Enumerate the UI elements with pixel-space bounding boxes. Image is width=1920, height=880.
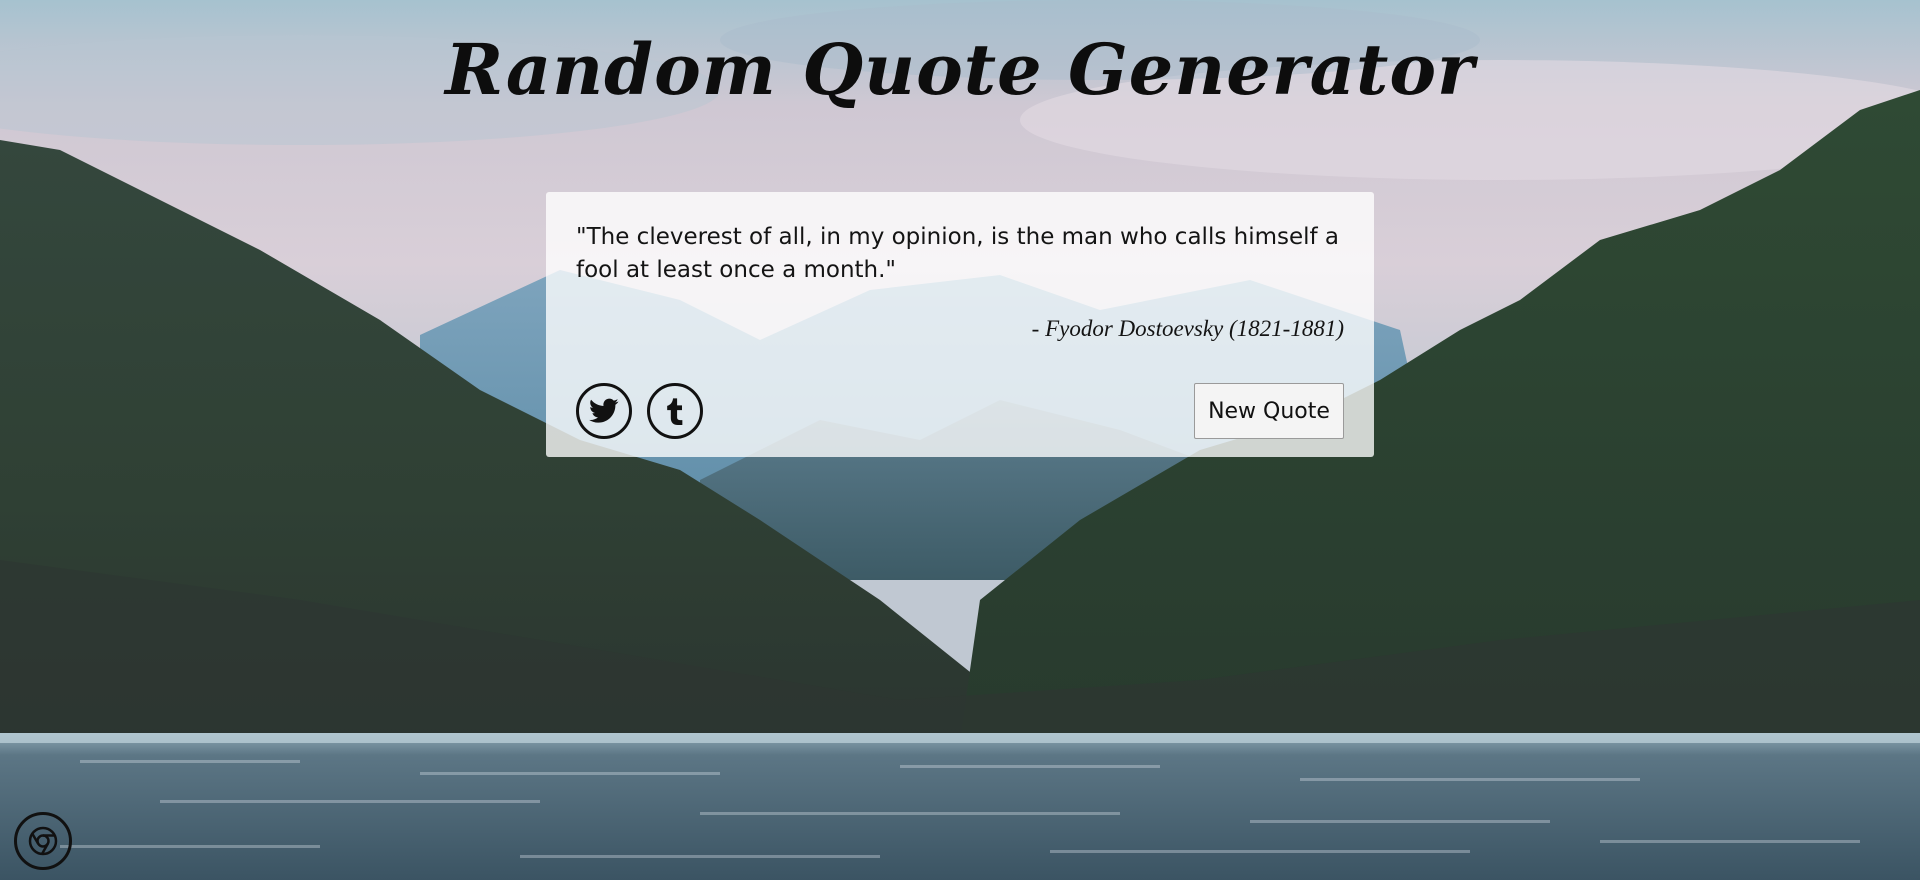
tumblr-button[interactable] bbox=[647, 383, 703, 439]
tumblr-icon bbox=[667, 398, 683, 425]
chrome-badge-button[interactable] bbox=[14, 812, 72, 870]
chrome-icon bbox=[28, 826, 58, 856]
new-quote-button[interactable]: New Quote bbox=[1194, 383, 1344, 439]
quote-card: "The cleverest of all, in my opinion, is… bbox=[546, 192, 1374, 457]
twitter-icon bbox=[589, 398, 619, 423]
page-title: Random Quote Generator bbox=[445, 28, 1475, 111]
quote-author: - Fyodor Dostoevsky (1821-1881) bbox=[1031, 316, 1344, 341]
tweet-button[interactable] bbox=[576, 383, 632, 439]
quote-text: "The cleverest of all, in my opinion, is… bbox=[576, 224, 1340, 283]
